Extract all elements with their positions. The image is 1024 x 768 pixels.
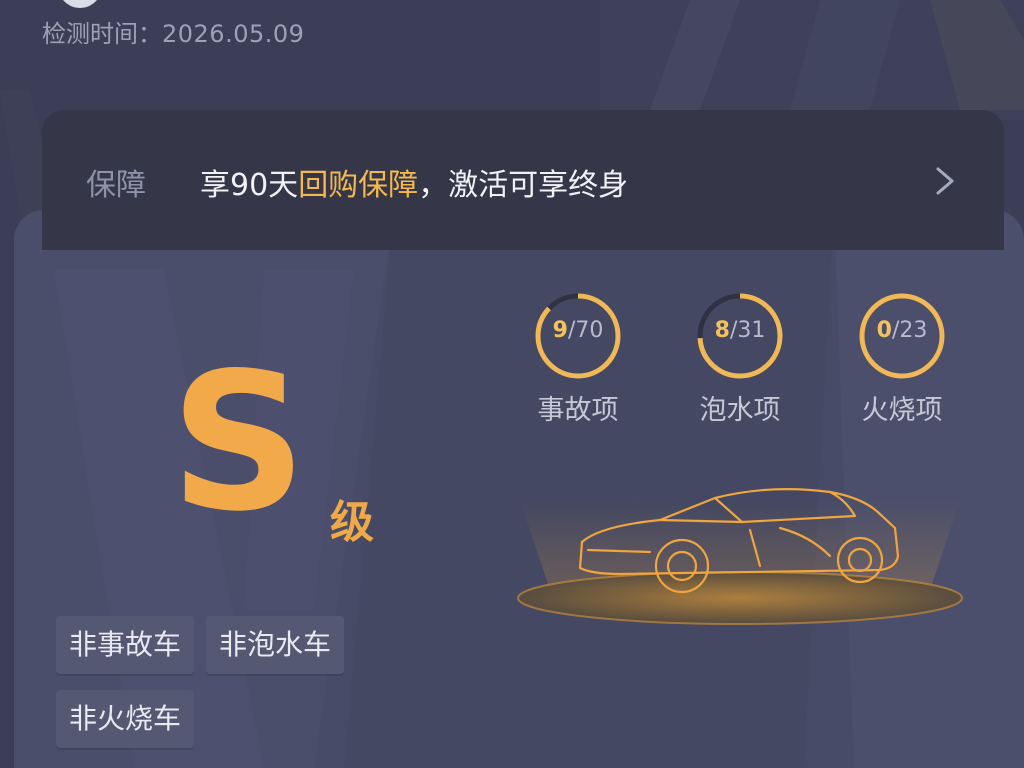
stat-flood[interactable]: 8/31 泡水项 [680, 290, 800, 427]
guarantee-text-after: ，激活可享终身 [418, 168, 629, 203]
car-wireframe-icon [517, 487, 963, 625]
guarantee-highlight: 回购保障 [298, 168, 419, 203]
guarantee-description: 享90天回购保障，激活可享终身 [200, 160, 628, 204]
grade-suffix: 级 [330, 497, 374, 548]
stat-fire[interactable]: 0/23 火烧项 [842, 290, 962, 427]
avatar [58, 0, 102, 8]
guarantee-label: 保障 [86, 168, 146, 203]
stat-total: /23 [891, 318, 928, 343]
cut-off-header-text [446, 0, 586, 6]
stat-label: 事故项 [537, 395, 619, 426]
header: 检测时间：2026.05.09 [0, 0, 1024, 120]
stat-current: 8 [714, 318, 730, 343]
stat-total: /70 [567, 318, 604, 343]
stat-current: 9 [552, 318, 568, 343]
stat-label: 泡水项 [699, 395, 781, 426]
guarantee-banner[interactable]: 保障 享90天回购保障，激活可享终身 [42, 110, 1004, 250]
detect-time-value: 2026.05.09 [162, 20, 305, 48]
stat-accident[interactable]: 9/70 事故项 [518, 290, 638, 427]
stat-count: 8/31 [680, 318, 800, 343]
stat-current: 0 [876, 318, 892, 343]
tag-non-accident: 非事故车 [56, 616, 195, 674]
tag-non-flood: 非泡水车 [206, 616, 345, 674]
detect-time-label: 检测时间： [42, 20, 162, 48]
guarantee-text-before: 享90天 [200, 168, 299, 203]
detect-time: 检测时间：2026.05.09 [42, 14, 304, 49]
grade-badge: S 级 [170, 332, 374, 553]
chevron-right-icon[interactable] [934, 166, 956, 196]
stat-count: 9/70 [518, 318, 638, 343]
stat-label: 火烧项 [861, 395, 943, 426]
tag-non-fire: 非火烧车 [56, 690, 195, 748]
stat-count: 0/23 [842, 318, 962, 343]
grade-letter: S [170, 332, 307, 553]
cut-off-header-text [186, 0, 346, 6]
stat-total: /31 [729, 318, 766, 343]
